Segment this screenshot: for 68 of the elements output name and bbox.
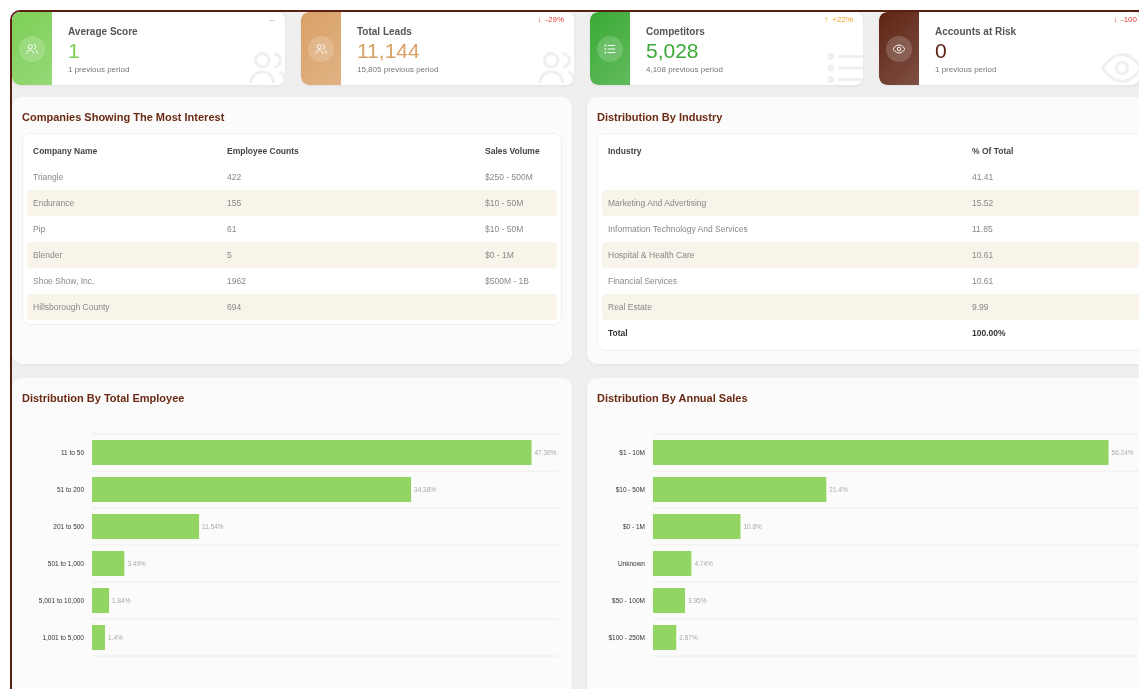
kpi-eye-icon bbox=[892, 41, 906, 56]
column-header: Industry bbox=[608, 146, 643, 156]
kpi-people-icon bbox=[314, 41, 328, 56]
table-cell-text: Information Technology And Services bbox=[608, 224, 749, 234]
kpi-previous-period: 1 previous period bbox=[68, 65, 131, 74]
table-cell-text: Real Estate bbox=[608, 302, 653, 312]
table-cell-text: $0 - 1M bbox=[485, 250, 515, 260]
kpi-title: Total Leads bbox=[357, 26, 413, 37]
trend-arrow: ↓ bbox=[1113, 15, 1117, 24]
table-cell-text: Shoe Show, Inc. bbox=[33, 276, 96, 286]
table-cell-text: Pip bbox=[33, 224, 47, 234]
trend-change: +22% bbox=[832, 15, 853, 24]
table-cell-text: 5 bbox=[227, 250, 233, 260]
kpi-title: Accounts at Risk bbox=[935, 26, 1017, 37]
trend-change: -29% bbox=[545, 15, 564, 24]
kpi-list-icon bbox=[603, 41, 617, 56]
table-cell-text: 15.52 bbox=[972, 198, 995, 208]
bar bbox=[92, 625, 105, 650]
table-cell-text: $10 - 50M bbox=[485, 198, 525, 208]
table-cell-text: Marketing And Advertising bbox=[608, 198, 708, 208]
table-cell-text: $10 - 50M bbox=[485, 224, 525, 234]
table-cell-text: 10.61 bbox=[972, 276, 995, 286]
table-cell-text: 694 bbox=[227, 302, 243, 312]
kpi-value: 11,144 bbox=[357, 39, 421, 63]
table-cell-text: Financial Services bbox=[608, 276, 678, 286]
bar bbox=[92, 588, 110, 613]
total-cell-text: Total bbox=[608, 328, 629, 338]
kpi-previous-period: 1 previous period bbox=[935, 65, 998, 74]
table-cell-text: $500M - 1B bbox=[485, 276, 530, 286]
table-cell-text: 61 bbox=[227, 224, 238, 234]
bar bbox=[653, 625, 677, 650]
table-cell-text: $250 - 500M bbox=[485, 172, 534, 182]
kpi-value: 5,028 bbox=[646, 39, 700, 63]
trend-arrow: ↓ bbox=[537, 15, 542, 24]
table-cell-text: 422 bbox=[227, 172, 243, 182]
kpi-value: 1 bbox=[68, 39, 81, 63]
table-cell-text: Hospital & Health Care bbox=[608, 250, 696, 260]
kpi-title: Competitors bbox=[646, 26, 706, 37]
table-cell-text: Triangle bbox=[33, 172, 65, 182]
column-header: Employee Counts bbox=[227, 146, 300, 156]
panel-title: Companies Showing The Most Interest bbox=[22, 111, 226, 123]
table-cell-text: 9.99 bbox=[972, 302, 990, 312]
kpi-value: 0 bbox=[935, 39, 948, 63]
table-cell-text: Hillsborough County bbox=[33, 302, 111, 312]
column-header: % Of Total bbox=[972, 146, 1015, 156]
trend-arrow: ↑ bbox=[824, 15, 829, 24]
table-cell-text: 11.85 bbox=[972, 224, 994, 234]
trend-change: -- bbox=[269, 15, 275, 24]
bar bbox=[92, 551, 125, 576]
table-cell-text: Endurance bbox=[33, 198, 76, 208]
panel-title: Distribution By Industry bbox=[597, 111, 724, 123]
bar bbox=[653, 551, 692, 576]
table-cell-text: 41.41 bbox=[972, 172, 995, 182]
bar bbox=[653, 588, 685, 613]
table-cell-text: 1962 bbox=[227, 276, 247, 286]
trend-change: -100 bbox=[1121, 15, 1137, 24]
panel-title: Distribution By Total Employee bbox=[22, 392, 186, 404]
panel-title: Distribution By Annual Sales bbox=[597, 392, 749, 404]
column-header: Sales Volume bbox=[485, 146, 541, 156]
kpi-title: Average Score bbox=[68, 26, 138, 37]
kpi-previous-period: 4,108 previous period bbox=[646, 65, 723, 74]
kpi-previous-period: 15,805 previous period bbox=[357, 65, 439, 74]
column-header: Company Name bbox=[33, 146, 99, 156]
total-cell-text: 100.00% bbox=[972, 328, 1007, 338]
kpi-people-icon bbox=[25, 41, 39, 56]
table-cell-text: 155 bbox=[227, 198, 243, 208]
table-cell-text: 10.61 bbox=[972, 250, 995, 260]
table-cell-text: Blender bbox=[33, 250, 64, 260]
